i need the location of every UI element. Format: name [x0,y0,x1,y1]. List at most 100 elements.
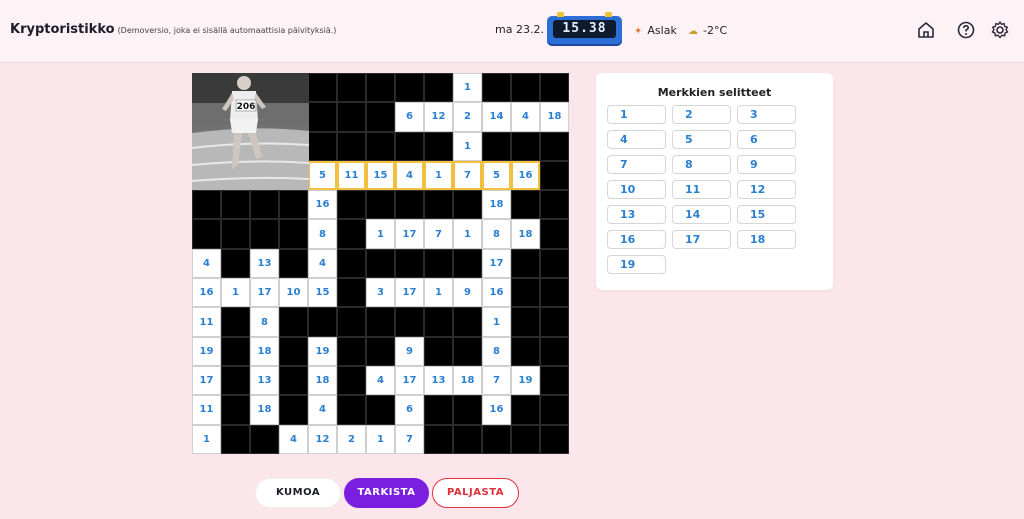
legend-item[interactable]: 6 [737,130,796,149]
grid-cell[interactable]: 17 [395,219,424,249]
grid-cell[interactable]: 16 [308,190,337,220]
legend-item[interactable]: 5 [672,130,731,149]
grid-cell[interactable]: 9 [395,336,424,366]
grid-cell [337,365,366,396]
grid-cell[interactable]: 18 [308,365,337,396]
grid-cell[interactable]: 4 [308,395,337,425]
legend-item[interactable]: 2 [672,105,731,124]
grid-cell [453,424,482,454]
grid-cell[interactable]: 16 [482,278,511,308]
grid-cell[interactable]: 15 [308,278,337,308]
legend-item[interactable]: 17 [672,230,731,249]
legend-item[interactable]: 3 [737,105,796,124]
grid-cell[interactable]: 8 [482,219,511,249]
grid-cell[interactable]: 2 [453,102,482,132]
grid-cell[interactable]: 7 [395,424,424,454]
grid-cell[interactable]: 1 [453,219,482,249]
grid-cell[interactable]: 14 [482,102,511,132]
grid-cell[interactable]: 7 [482,365,511,396]
grid-cell[interactable]: 5 [308,160,337,191]
grid-cell[interactable]: 11 [192,307,221,337]
grid-cell [453,336,482,366]
grid-cell[interactable]: 6 [395,395,424,425]
undo-button[interactable]: KUMOA [255,478,341,508]
grid-cell[interactable]: 1 [366,424,395,454]
legend-grid: 1 2 3 4 5 6 7 8 9 10 11 12 13 14 15 16 17 18 19 [607,105,796,274]
grid-cell[interactable]: 8 [308,219,337,249]
grid-cell[interactable]: 16 [482,395,511,425]
grid-cell[interactable]: 4 [366,365,395,396]
legend-item[interactable]: 19 [607,255,666,274]
legend-item[interactable]: 1 [607,105,666,124]
grid-cell[interactable]: 5 [482,160,511,191]
grid-cell[interactable]: 4 [308,248,337,279]
grid-cell[interactable]: 9 [453,278,482,308]
grid-cell[interactable]: 11 [337,160,366,191]
grid-cell[interactable]: 17 [250,278,279,308]
grid-cell [221,424,250,454]
grid-cell[interactable]: 18 [250,395,279,425]
legend-item[interactable]: 15 [737,205,796,224]
grid-cell[interactable]: 17 [395,365,424,396]
home-icon[interactable] [916,20,936,40]
help-icon[interactable] [956,20,976,40]
grid-cell [540,160,569,191]
grid-cell[interactable]: 8 [250,307,279,337]
grid-cell[interactable]: 18 [250,336,279,366]
grid-cell[interactable]: 4 [511,102,540,132]
grid-cell[interactable]: 1 [453,73,482,103]
grid-cell [511,395,540,425]
grid-cell[interactable]: 18 [482,190,511,220]
grid-cell[interactable]: 2 [337,424,366,454]
grid-cell[interactable]: 19 [308,336,337,366]
grid-cell[interactable]: 18 [540,102,569,132]
legend-item[interactable]: 11 [672,180,731,199]
grid-cell [395,190,424,220]
grid-cell[interactable]: 7 [453,160,482,191]
grid-cell[interactable]: 13 [250,248,279,279]
grid-cell[interactable]: 17 [192,365,221,396]
grid-cell[interactable]: 1 [482,307,511,337]
legend-item[interactable]: 8 [672,155,731,174]
grid-cell[interactable]: 4 [192,248,221,279]
grid-cell[interactable]: 8 [482,336,511,366]
grid-cell[interactable]: 1 [221,278,250,308]
grid-cell[interactable]: 17 [395,278,424,308]
legend-item[interactable]: 9 [737,155,796,174]
legend-item[interactable]: 16 [607,230,666,249]
grid-cell[interactable]: 12 [308,424,337,454]
grid-cell[interactable]: 1 [424,160,453,191]
grid-cell[interactable]: 18 [453,365,482,396]
grid-cell[interactable]: 19 [192,336,221,366]
grid-cell[interactable]: 10 [279,278,308,308]
legend-item[interactable]: 7 [607,155,666,174]
grid-cell[interactable]: 1 [192,424,221,454]
grid-cell[interactable]: 16 [511,160,540,191]
grid-cell[interactable]: 13 [250,365,279,396]
grid-cell[interactable]: 4 [395,160,424,191]
grid-cell[interactable]: 11 [192,395,221,425]
grid-cell[interactable]: 1 [453,131,482,161]
grid-cell[interactable]: 15 [366,160,395,191]
legend-item[interactable]: 12 [737,180,796,199]
grid-cell[interactable]: 1 [424,278,453,308]
grid-cell[interactable]: 6 [395,102,424,132]
grid-cell[interactable]: 12 [424,102,453,132]
legend-item[interactable]: 4 [607,130,666,149]
grid-cell[interactable]: 3 [366,278,395,308]
legend-item[interactable]: 13 [607,205,666,224]
grid-cell[interactable]: 7 [424,219,453,249]
grid-cell[interactable]: 17 [482,248,511,279]
grid-cell[interactable]: 16 [192,278,221,308]
settings-icon[interactable] [990,20,1010,40]
reveal-button[interactable]: PALJASTA [432,478,519,508]
legend-item[interactable]: 10 [607,180,666,199]
grid-cell[interactable]: 1 [366,219,395,249]
check-button[interactable]: TARKISTA [344,478,429,508]
grid-cell[interactable]: 18 [511,219,540,249]
legend-item[interactable]: 18 [737,230,796,249]
grid-cell[interactable]: 19 [511,365,540,396]
grid-cell[interactable]: 13 [424,365,453,396]
grid-cell[interactable]: 4 [279,424,308,454]
legend-item[interactable]: 14 [672,205,731,224]
